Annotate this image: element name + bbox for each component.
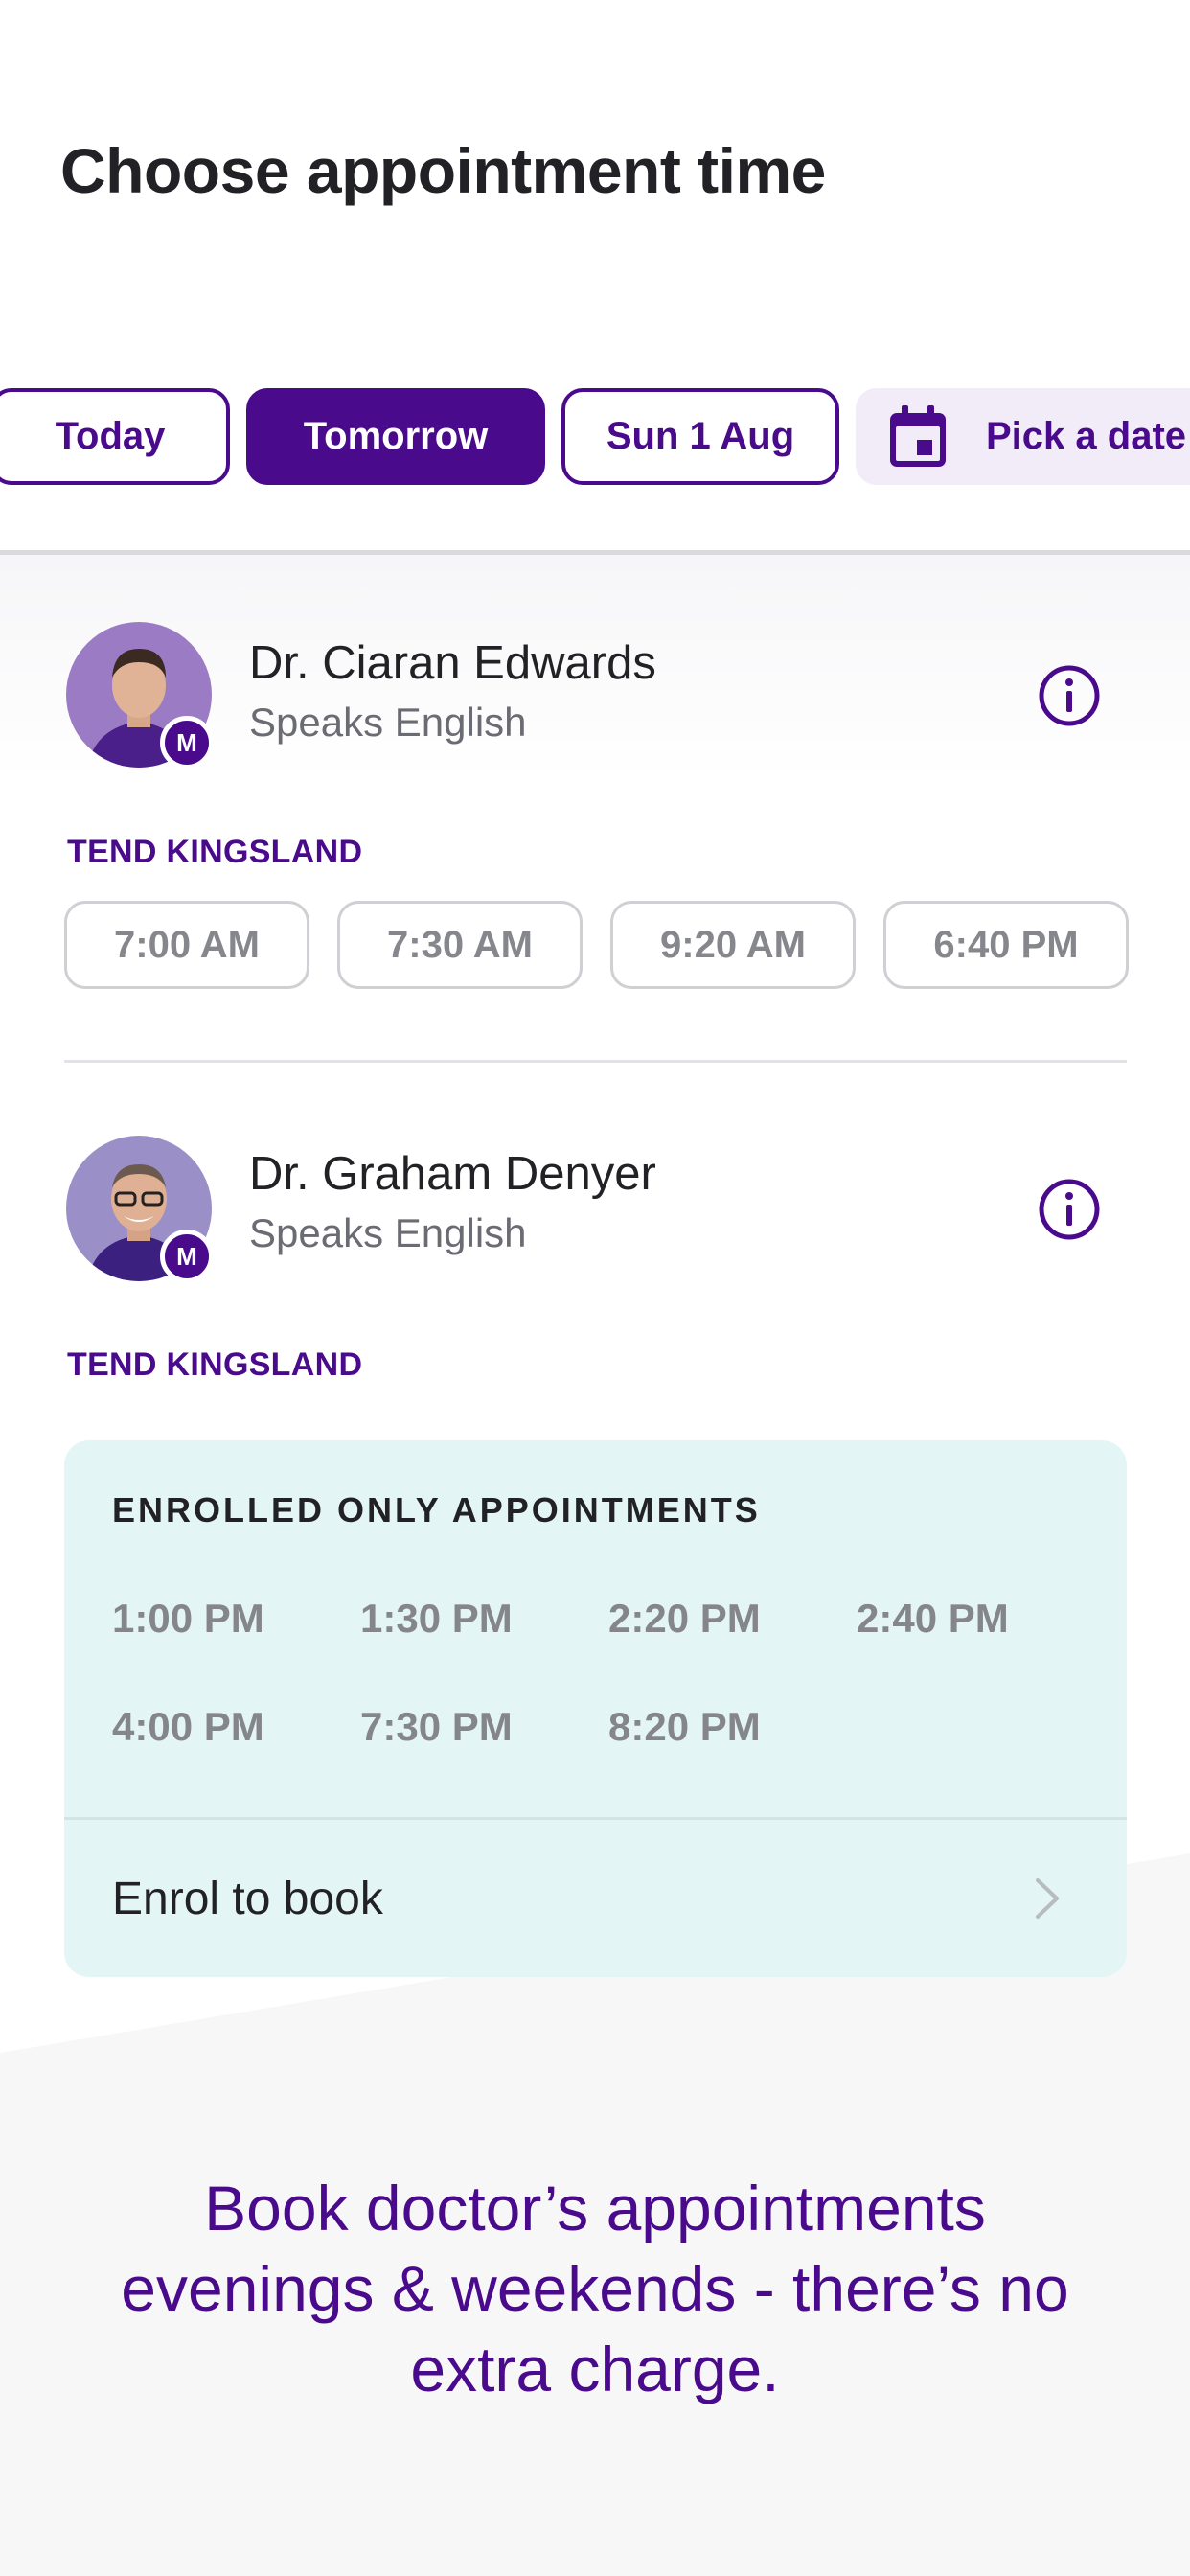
enrol-to-book-button[interactable]: Enrol to book: [64, 1820, 1127, 1977]
date-tomorrow-button[interactable]: Tomorrow: [246, 388, 545, 485]
doctor-name: Dr. Graham Denyer: [249, 1148, 656, 1200]
enrolled-time-slot: 2:20 PM: [608, 1596, 761, 1641]
enrolled-time-slot: 1:00 PM: [112, 1596, 264, 1641]
member-badge: M: [160, 716, 214, 770]
clinic-location: TEND KINGSLAND: [67, 834, 363, 870]
info-icon[interactable]: [1038, 1178, 1101, 1241]
page-title: Choose appointment time: [60, 135, 826, 206]
doctor-divider: [64, 1060, 1127, 1063]
doctor-name: Dr. Ciaran Edwards: [249, 637, 656, 689]
appointment-screen: Choose appointment time Today Tomorrow S…: [0, 0, 1190, 2576]
doctor-language: Speaks English: [249, 700, 527, 745]
enrolled-time-slot: 8:20 PM: [608, 1704, 761, 1749]
time-slot-button[interactable]: 7:00 AM: [64, 901, 309, 989]
time-slot-button[interactable]: 7:30 AM: [337, 901, 583, 989]
chevron-right-icon: [1036, 1878, 1059, 1919]
enrolled-time-slot: 4:00 PM: [112, 1704, 264, 1749]
date-sun-button[interactable]: Sun 1 Aug: [561, 388, 839, 485]
pick-date-button[interactable]: Pick a date: [856, 388, 1190, 485]
avatar-graham: M: [66, 1136, 214, 1283]
date-today-button[interactable]: Today: [0, 388, 230, 485]
enrolled-appointments-card: ENROLLED ONLY APPOINTMENTS 1:00 PM 1:30 …: [64, 1440, 1127, 1977]
enrolled-time-slot: 2:40 PM: [857, 1596, 1009, 1641]
clinic-location: TEND KINGSLAND: [67, 1346, 363, 1383]
member-badge: M: [160, 1230, 214, 1283]
time-slot-button[interactable]: 9:20 AM: [610, 901, 856, 989]
date-selector: Today Tomorrow Sun 1 Aug Pick a date: [0, 388, 1190, 485]
enrolled-time-slot: 1:30 PM: [360, 1596, 513, 1641]
doctor-language: Speaks English: [249, 1210, 527, 1255]
enrolled-time-slot: 7:30 PM: [360, 1704, 513, 1749]
avatar-ciaran: M: [66, 622, 214, 770]
calendar-icon: [890, 404, 946, 467]
enrolled-title: ENROLLED ONLY APPOINTMENTS: [112, 1490, 761, 1530]
enrol-label: Enrol to book: [112, 1873, 383, 1924]
promo-text: Book doctor’s appointments evenings & we…: [121, 2173, 1069, 2404]
pick-date-label: Pick a date: [986, 415, 1187, 457]
info-icon[interactable]: [1038, 664, 1101, 727]
time-slot-button[interactable]: 6:40 PM: [883, 901, 1129, 989]
